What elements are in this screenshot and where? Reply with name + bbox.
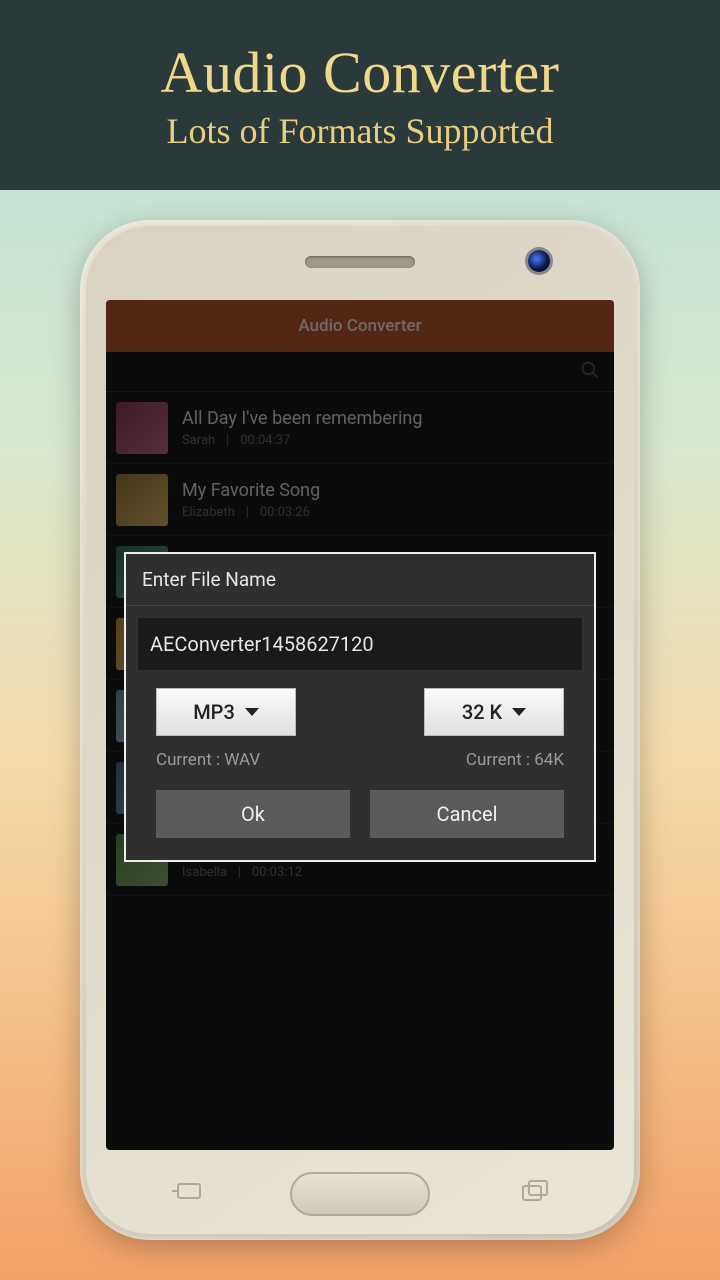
home-button[interactable] — [290, 1172, 430, 1216]
format-value: MP3 — [193, 700, 235, 724]
front-camera — [528, 250, 550, 272]
bitrate-value: 32 K — [462, 700, 502, 724]
current-format-label: Current : WAV — [156, 750, 260, 770]
bitrate-dropdown[interactable]: 32 K — [424, 688, 564, 736]
recent-apps-icon[interactable] — [520, 1178, 550, 1208]
earpiece — [305, 256, 415, 268]
chevron-down-icon — [512, 708, 526, 716]
filename-dialog: Enter File Name MP3 32 K Current : WAV C… — [124, 552, 596, 862]
filename-input[interactable] — [138, 618, 582, 670]
format-dropdown[interactable]: MP3 — [156, 688, 296, 736]
promo-header: Audio Converter Lots of Formats Supporte… — [0, 0, 720, 190]
cancel-button[interactable]: Cancel — [370, 790, 564, 838]
chevron-down-icon — [245, 708, 259, 716]
promo-subtitle: Lots of Formats Supported — [167, 110, 554, 152]
current-bitrate-label: Current : 64K — [466, 750, 564, 770]
phone-screen: Audio Converter All Day I've been rememb… — [106, 300, 614, 1150]
back-button-icon[interactable] — [170, 1178, 204, 1208]
promo-title: Audio Converter — [161, 39, 560, 106]
phone-frame: Audio Converter All Day I've been rememb… — [80, 220, 640, 1240]
dialog-title: Enter File Name — [126, 554, 594, 606]
ok-button[interactable]: Ok — [156, 790, 350, 838]
